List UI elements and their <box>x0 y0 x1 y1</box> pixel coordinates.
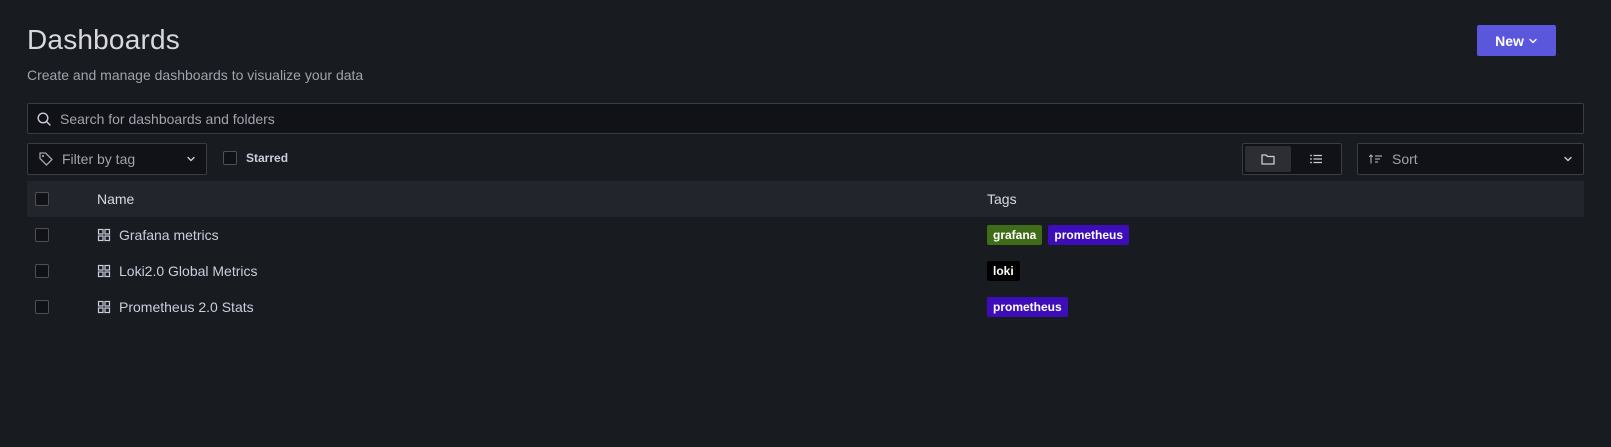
sort-select[interactable]: Sort <box>1357 143 1584 175</box>
new-button-label: New <box>1495 32 1524 49</box>
dashboard-grid-icon <box>97 300 111 314</box>
starred-filter[interactable]: Starred <box>223 151 288 165</box>
search-icon <box>37 111 51 126</box>
tag-badge-prometheus[interactable]: prometheus <box>987 297 1068 317</box>
tag-badge-prometheus[interactable]: prometheus <box>1048 225 1130 245</box>
dashboard-grid-icon <box>97 264 111 278</box>
dashboards-table: Name Tags Grafana metrics grafana promethe… <box>27 181 1584 325</box>
folder-icon <box>1261 154 1275 165</box>
page-title: Dashboards <box>27 24 180 55</box>
dashboard-name-link[interactable]: Loki2.0 Global Metrics <box>119 263 258 279</box>
filter-by-tag-select[interactable]: Filter by tag <box>27 143 207 175</box>
view-mode-toggle <box>1242 143 1342 175</box>
tag-icon <box>39 152 53 166</box>
dashboard-name-link[interactable]: Prometheus 2.0 Stats <box>119 299 254 315</box>
dashboard-grid-icon <box>97 228 111 242</box>
table-body: Grafana metrics grafana prometheus Loki2.0 … <box>27 217 1584 325</box>
starred-label: Starred <box>246 151 289 165</box>
table-header: Name Tags <box>27 181 1584 217</box>
dashboard-name-link[interactable]: Grafana metrics <box>119 227 219 243</box>
table-row[interactable]: Prometheus 2.0 Stats prometheus <box>27 289 1584 325</box>
select-all-checkbox[interactable] <box>35 192 49 206</box>
filter-toolbar: Filter by tag Starred Sort <box>27 143 1584 175</box>
row-checkbox[interactable] <box>35 264 49 278</box>
starred-checkbox[interactable] <box>223 151 237 165</box>
row-checkbox[interactable] <box>35 228 49 242</box>
page-subtitle: Create and manage dashboards to visualiz… <box>27 67 364 83</box>
tag-badge-loki[interactable]: loki <box>987 261 1020 281</box>
dashboards-page: Dashboards Create and manage dashboards … <box>0 0 1611 447</box>
chevron-down-icon <box>1529 38 1537 43</box>
row-checkbox[interactable] <box>35 300 49 314</box>
list-icon <box>1310 154 1322 164</box>
search-input[interactable] <box>58 109 1583 128</box>
table-row[interactable]: Loki2.0 Global Metrics loki <box>27 253 1584 289</box>
table-row[interactable]: Grafana metrics grafana prometheus <box>27 217 1584 253</box>
filter-by-tag-placeholder: Filter by tag <box>62 151 136 167</box>
page-header: Dashboards Create and manage dashboards … <box>27 0 1584 100</box>
new-button[interactable]: New <box>1477 25 1556 56</box>
folder-view-button[interactable] <box>1245 146 1291 172</box>
chevron-down-icon <box>187 156 195 162</box>
sort-icon <box>1368 154 1382 164</box>
list-view-button[interactable] <box>1293 146 1339 172</box>
column-header-tags: Tags <box>987 191 1017 207</box>
chevron-down-icon <box>1564 156 1572 162</box>
column-header-name: Name <box>97 191 135 207</box>
sort-placeholder: Sort <box>1392 151 1418 167</box>
tag-badge-grafana[interactable]: grafana <box>987 225 1043 245</box>
search-box[interactable] <box>27 103 1584 134</box>
